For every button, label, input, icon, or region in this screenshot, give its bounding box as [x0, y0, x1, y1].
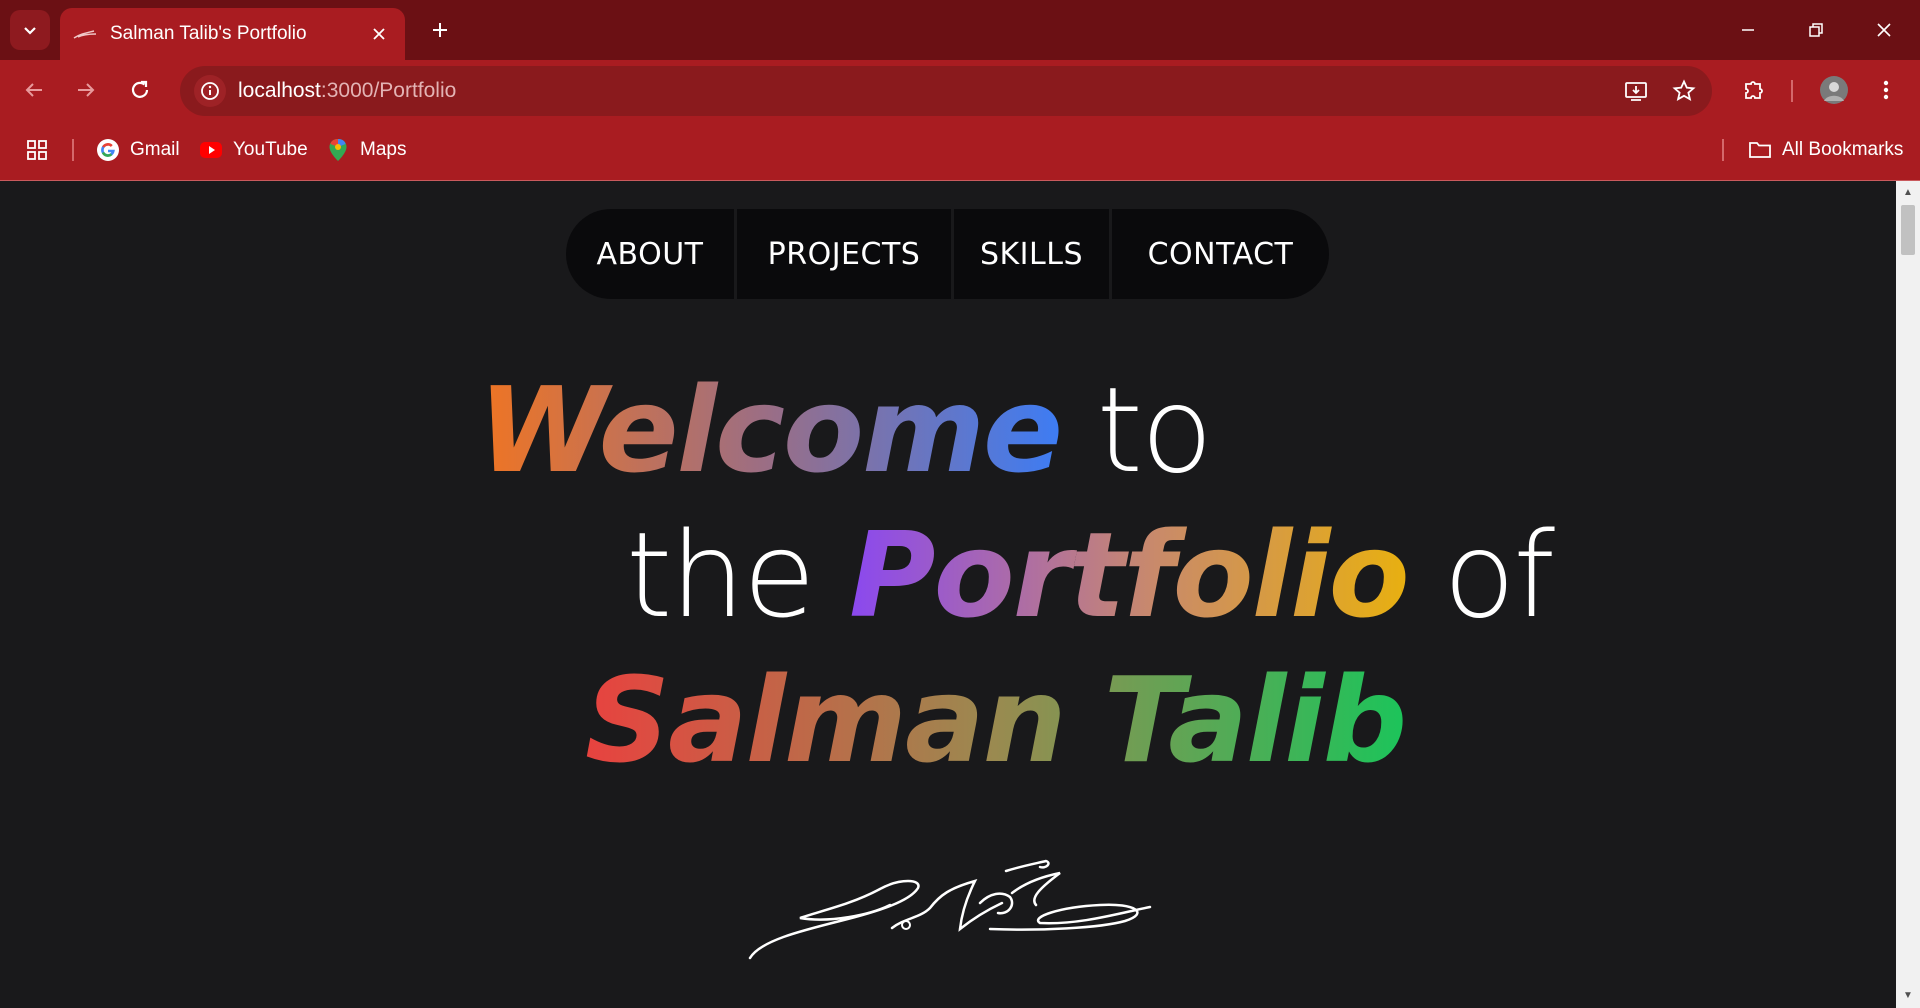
tab-close-icon[interactable]	[365, 20, 393, 48]
plus-icon	[433, 23, 447, 37]
star-icon	[1672, 79, 1696, 102]
minimize-icon	[1742, 29, 1754, 31]
back-button[interactable]	[14, 70, 54, 110]
install-app-icon	[1625, 82, 1647, 101]
bookmark-label: Maps	[360, 139, 407, 160]
bookmark-gmail[interactable]: Gmail	[96, 134, 180, 166]
scroll-up-arrow-icon[interactable]: ▲	[1902, 187, 1914, 199]
hero-line-2: the Portfolio of	[626, 516, 1555, 634]
restore-button[interactable]	[1782, 0, 1850, 60]
all-bookmarks-button[interactable]: All Bookmarks	[1748, 134, 1903, 166]
hero-name: Salman Talib	[585, 651, 1407, 789]
bookmark-youtube[interactable]: YouTube	[199, 134, 308, 166]
forward-button[interactable]	[66, 70, 106, 110]
url-path: :3000/Portfolio	[320, 79, 457, 102]
url-host: localhost	[238, 79, 321, 102]
url-text[interactable]: localhost:3000/Portfolio	[238, 79, 1616, 103]
page-viewport: ABOUT PROJECTS SKILLS CONTACT Welcome to…	[0, 181, 1896, 1008]
site-info-button[interactable]	[194, 75, 226, 107]
bookmark-maps[interactable]: Maps	[326, 134, 406, 166]
avatar-icon	[1820, 76, 1848, 104]
page-scrollbar[interactable]: ▲ ▼	[1896, 181, 1920, 1008]
tab-strip: Salman Talib's Portfolio	[0, 0, 1920, 60]
new-tab-button[interactable]	[424, 14, 456, 46]
signature-favicon-icon	[73, 30, 97, 39]
hero-word-to: to	[1096, 361, 1213, 499]
bookmarks-bar: Gmail YouTube Maps All Bookmarks	[0, 120, 1920, 181]
kebab-menu-icon	[1883, 80, 1889, 100]
profile-button[interactable]	[1814, 70, 1854, 110]
all-bookmarks-label: All Bookmarks	[1782, 139, 1904, 160]
bookmark-label: YouTube	[233, 139, 308, 160]
close-window-button[interactable]	[1850, 0, 1918, 60]
youtube-icon	[199, 138, 223, 162]
reload-button[interactable]	[120, 70, 160, 110]
puzzle-icon	[1745, 81, 1763, 99]
close-icon	[1877, 23, 1891, 37]
arrow-left-icon	[25, 83, 42, 97]
tab-title: Salman Talib's Portfolio	[110, 23, 307, 44]
hero-word-the: the	[626, 506, 816, 644]
browser-chrome: Salman Talib's Portfolio localhost:3000/…	[0, 0, 1920, 181]
minimize-button[interactable]	[1714, 0, 1782, 60]
bookmarks-divider	[1722, 139, 1724, 161]
hero-word-welcome: Welcome	[478, 361, 1063, 499]
info-icon	[201, 82, 219, 100]
install-app-button[interactable]	[1616, 71, 1656, 111]
bookmark-label: Gmail	[130, 139, 180, 160]
chevron-down-icon	[24, 27, 36, 35]
hero-word-portfolio: Portfolio	[849, 506, 1410, 644]
maps-icon	[326, 138, 350, 162]
browser-toolbar: localhost:3000/Portfolio	[0, 60, 1920, 120]
browser-menu-button[interactable]	[1866, 70, 1906, 110]
bookmarks-divider	[72, 139, 74, 161]
extensions-button[interactable]	[1734, 70, 1774, 110]
tab-active[interactable]: Salman Talib's Portfolio	[60, 8, 405, 60]
apps-button[interactable]	[26, 134, 48, 166]
hero-line-1: Welcome to	[478, 371, 1213, 489]
reload-icon	[131, 80, 149, 98]
scrollbar-thumb[interactable]	[1901, 205, 1915, 255]
scroll-down-arrow-icon[interactable]: ▼	[1902, 990, 1914, 1002]
google-icon	[96, 138, 120, 162]
tab-search-button[interactable]	[10, 10, 50, 50]
arrow-right-icon	[78, 83, 95, 97]
address-bar[interactable]: localhost:3000/Portfolio	[180, 66, 1712, 116]
apps-grid-icon	[27, 140, 47, 160]
toolbar-divider	[1791, 80, 1793, 102]
folder-icon	[1748, 138, 1772, 162]
hero-line-3: Salman Talib	[585, 661, 1407, 779]
signature-image	[748, 859, 1152, 960]
hero-word-of: of	[1443, 506, 1555, 644]
bookmark-star-button[interactable]	[1664, 71, 1704, 111]
restore-icon	[1809, 23, 1823, 37]
